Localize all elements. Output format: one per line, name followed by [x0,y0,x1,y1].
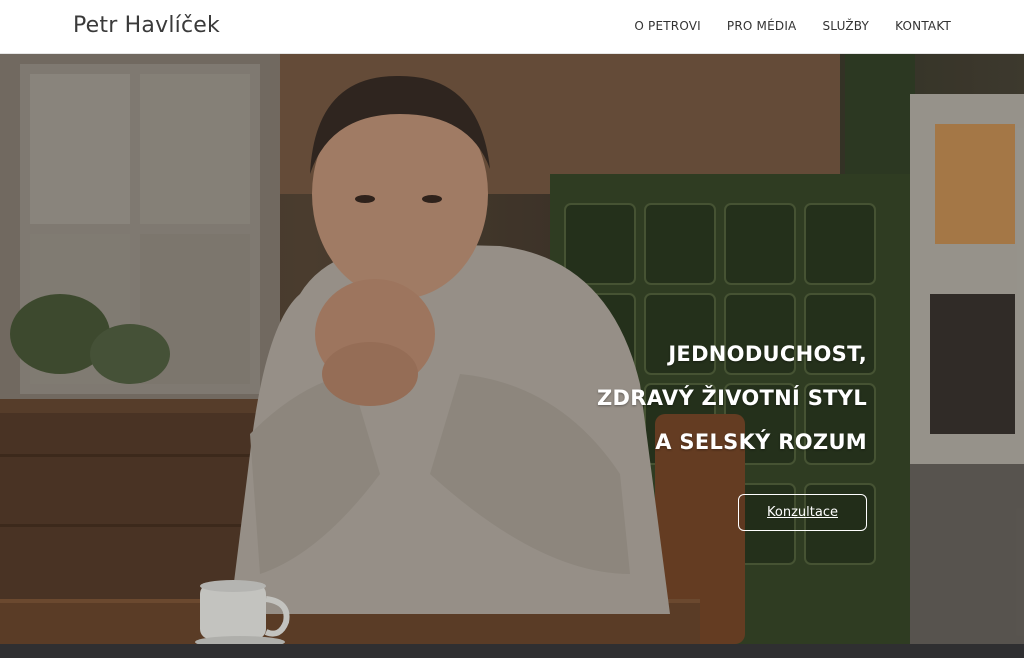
hero-headline: JEDNODUCHOST, ZDRAVÝ ŽIVOTNÍ STYL A SELS… [597,332,867,464]
hero-line-3: A SELSKÝ ROZUM [655,430,867,454]
bottom-dark-strip [0,644,1024,658]
site-logo[interactable]: Petr Havlíček [73,13,220,38]
hero-line-2: ZDRAVÝ ŽIVOTNÍ STYL [597,386,867,410]
hero-line-1: JEDNODUCHOST, [668,342,867,366]
main-nav: O PETROVI PRO MÉDIA SLUŽBY KONTAKT [634,19,951,33]
nav-item-kontakt[interactable]: KONTAKT [895,19,951,33]
nav-item-sluzby[interactable]: SLUŽBY [822,19,869,33]
nav-item-o-petrovi[interactable]: O PETROVI [634,19,701,33]
hero-dark-overlay [0,54,1024,644]
hero-section: JEDNODUCHOST, ZDRAVÝ ŽIVOTNÍ STYL A SELS… [0,54,1024,644]
nav-item-pro-media[interactable]: PRO MÉDIA [727,19,797,33]
site-header: Petr Havlíček O PETROVI PRO MÉDIA SLUŽBY… [0,0,1024,54]
konzultace-button[interactable]: Konzultace [738,494,867,531]
